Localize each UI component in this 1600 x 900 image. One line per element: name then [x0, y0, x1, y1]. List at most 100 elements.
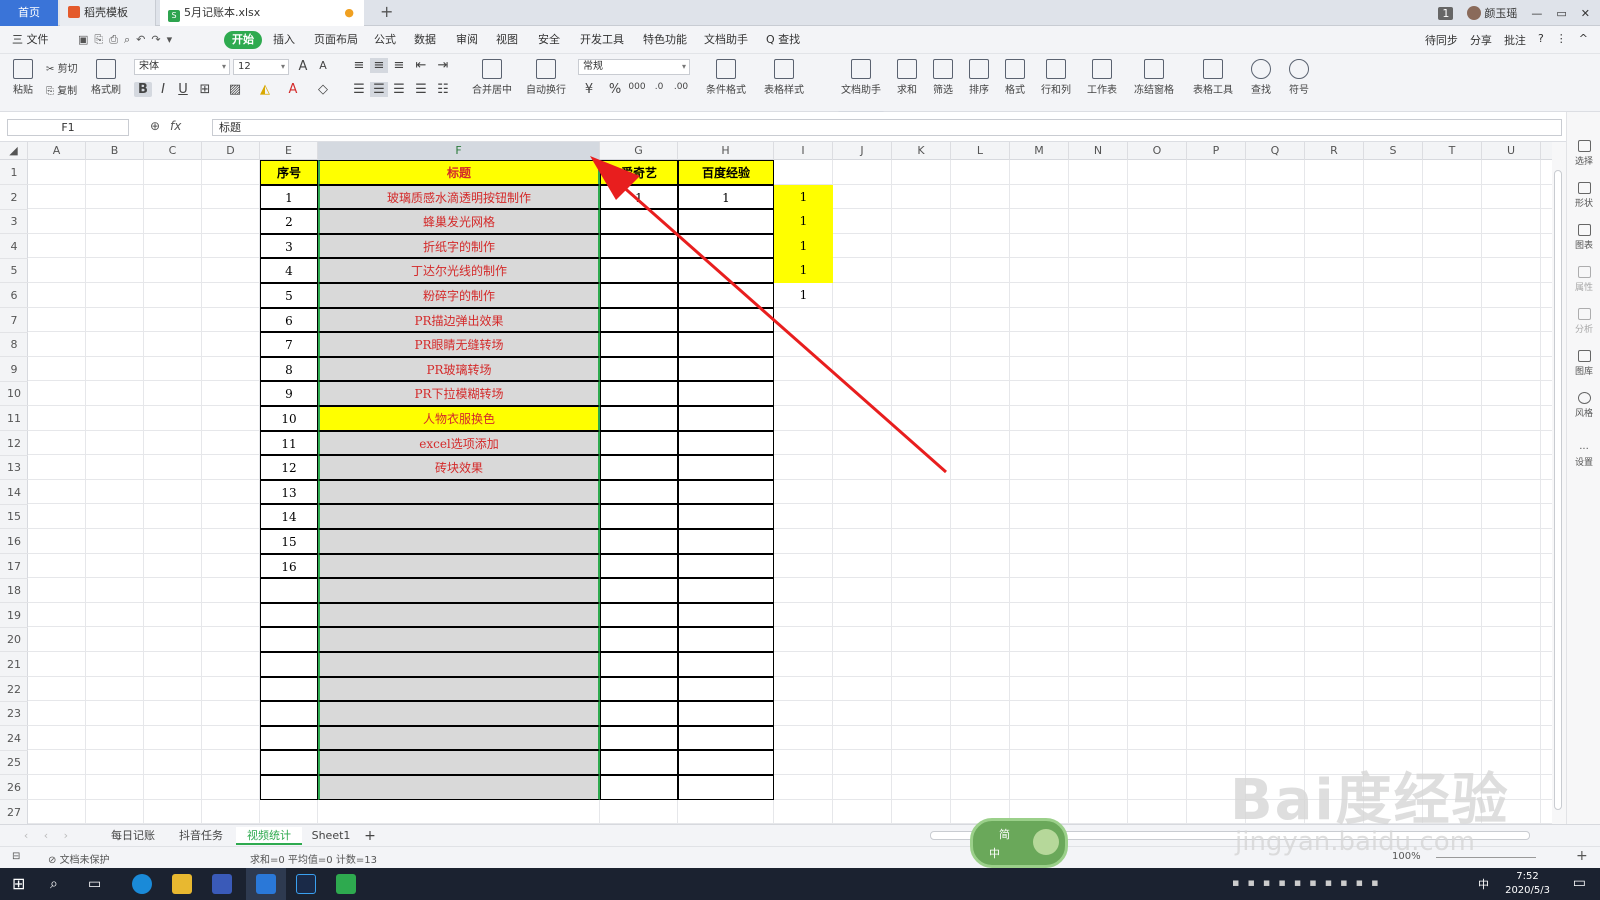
collapse-ribbon-button[interactable]: ^ [1579, 32, 1588, 48]
more-button[interactable]: ⋮ [1556, 32, 1567, 48]
menu-formulas[interactable]: 公式 [374, 31, 396, 49]
justify-icon[interactable]: ☰ [412, 82, 430, 97]
ime-indicator[interactable]: 中 [1478, 876, 1489, 892]
align-middle-icon[interactable]: ≡ [370, 58, 388, 73]
find-button[interactable]: 查找 [1244, 59, 1278, 96]
align-bottom-icon[interactable]: ≡ [390, 58, 408, 73]
font-size-select[interactable]: 12 ▾ [233, 59, 289, 75]
search-icon[interactable]: ⌕ [50, 874, 70, 894]
symbol-button[interactable]: 符号 [1282, 59, 1316, 96]
pane-select[interactable]: 选择 [1567, 140, 1600, 167]
pane-settings[interactable]: ··· 设置 [1567, 444, 1600, 468]
italic-button[interactable]: I [154, 82, 172, 97]
zoom-slider[interactable] [1436, 857, 1536, 858]
pane-style[interactable]: 风格 [1567, 392, 1600, 419]
minimize-button[interactable]: — [1531, 7, 1542, 20]
border-icon[interactable]: ⊞ [196, 82, 214, 97]
indent-decrease-icon[interactable]: ⇤ [412, 58, 430, 73]
notification-icon[interactable]: ▭ [1573, 875, 1586, 891]
sheet-tab-douyin[interactable]: 抖音任务 [168, 827, 234, 845]
freeze-panes-button[interactable]: 冻结窗格 [1128, 59, 1180, 96]
menu-features[interactable]: 特色功能 [643, 31, 687, 49]
decrease-decimal-icon[interactable]: .00 [672, 82, 690, 92]
share-button[interactable]: 分享 [1470, 32, 1492, 48]
sync-button[interactable]: 待同步 [1425, 32, 1458, 48]
sheet-tab-daily[interactable]: 每日记账 [100, 827, 166, 845]
sort-button[interactable]: 排序 [962, 59, 996, 96]
increase-decimal-icon[interactable]: .0 [650, 82, 668, 92]
distributed-icon[interactable]: ☷ [434, 82, 452, 97]
cell-style-icon[interactable]: ▨ [226, 82, 244, 97]
bold-button[interactable]: B [134, 82, 152, 97]
app-icon[interactable] [212, 874, 232, 894]
menu-view[interactable]: 视图 [496, 31, 518, 49]
doc-helper-button[interactable]: 文档助手 [837, 59, 885, 96]
new-tab-button[interactable]: + [380, 2, 393, 21]
worksheet-button[interactable]: 工作表 [1082, 59, 1122, 96]
wrap-text-button[interactable]: 自动换行 [522, 59, 570, 96]
help-button[interactable]: ? [1538, 32, 1544, 48]
folder-icon[interactable] [172, 874, 192, 894]
copy-button[interactable]: ⎘ 复制 [46, 82, 86, 97]
cut-button[interactable]: ✂ 剪切 [46, 60, 86, 75]
align-center-icon[interactable]: ☰ [370, 82, 388, 97]
rows-cols-button[interactable]: 行和列 [1036, 59, 1076, 96]
ime-widget[interactable]: 简 中 [970, 818, 1068, 868]
menu-start[interactable]: 开始 [224, 31, 262, 49]
notification-badge[interactable]: 1 [1438, 6, 1454, 20]
comment-button[interactable]: 批注 [1504, 32, 1526, 48]
user-account[interactable]: 颜玉瑶 [1467, 5, 1517, 21]
pane-analysis[interactable]: 分析 [1567, 308, 1600, 335]
paste-button[interactable]: 粘贴 [8, 59, 38, 96]
wps-icon[interactable] [256, 874, 276, 894]
name-box[interactable]: F1 [7, 119, 129, 136]
thousands-icon[interactable]: 000 [628, 82, 646, 92]
tab-templates[interactable]: 稻壳模板 [60, 0, 156, 26]
font-color-icon[interactable]: A [284, 82, 302, 97]
indent-increase-icon[interactable]: ⇥ [434, 58, 452, 73]
menu-developer[interactable]: 开发工具 [580, 31, 624, 49]
currency-icon[interactable]: ¥ [580, 82, 598, 97]
tab-home[interactable]: 首页 [0, 0, 58, 26]
pane-shape[interactable]: 形状 [1567, 182, 1600, 209]
conditional-format-button[interactable]: 条件格式 [700, 59, 752, 96]
browser-icon[interactable] [132, 874, 152, 894]
pane-gallery[interactable]: 图库 [1567, 350, 1600, 377]
spreadsheet-grid[interactable]: ◢ A B C D E F G H I J K L M N O P Q R S T U 1 2 3 4 5 6 7 8 9 10 11 12 13… [0, 142, 1552, 824]
task-view-icon[interactable]: ▭ [88, 874, 108, 894]
fill-color-icon[interactable]: ◭ [256, 82, 274, 97]
add-sheet-button[interactable]: + [362, 827, 378, 845]
grow-font-icon[interactable]: A [294, 59, 312, 74]
align-right-icon[interactable]: ☰ [390, 82, 408, 97]
vertical-scroll-thumb[interactable] [1554, 170, 1562, 810]
menu-page-layout[interactable]: 页面布局 [314, 31, 358, 49]
maximize-button[interactable]: ▭ [1556, 7, 1566, 20]
pane-properties[interactable]: 属性 [1567, 266, 1600, 293]
percent-button[interactable]: % [606, 82, 624, 97]
taskbar-clock[interactable]: 7:52 2020/5/3 [1505, 870, 1550, 898]
windows-start-icon[interactable]: ⊞ [12, 874, 32, 894]
table-style-button[interactable]: 表格样式 [758, 59, 810, 96]
fx-icon[interactable]: fx [170, 119, 181, 133]
tab-workbook[interactable]: S 5月记账本.xlsx ● [160, 0, 364, 26]
merge-center-button[interactable]: 合并居中 [468, 59, 516, 96]
pane-chart[interactable]: 图表 [1567, 224, 1600, 251]
close-button[interactable]: ✕ [1581, 7, 1590, 20]
sheet-tab-sheet1[interactable]: Sheet1 [304, 827, 358, 845]
zoom-in-icon[interactable]: + [1576, 848, 1588, 864]
clear-format-icon[interactable]: ◇ [314, 82, 332, 97]
sum-button[interactable]: 求和 [890, 59, 924, 96]
number-format-select[interactable]: 常规 ▾ [578, 59, 690, 75]
menu-doc-helper[interactable]: 文档助手 [704, 31, 748, 49]
table-tools-button[interactable]: 表格工具 [1188, 59, 1238, 96]
menu-insert[interactable]: 插入 [273, 31, 295, 49]
quick-access-toolbar[interactable]: ▣⎘⎙⌕↶↷▾ [78, 31, 178, 49]
shrink-font-icon[interactable]: A [314, 59, 332, 72]
font-name-select[interactable]: 宋体 ▾ [134, 59, 230, 75]
format-button[interactable]: 格式 [998, 59, 1032, 96]
sheet-tab-video-stats[interactable]: 视频统计 [236, 827, 302, 845]
menu-data[interactable]: 数据 [414, 31, 436, 49]
photoshop-icon[interactable] [296, 874, 316, 894]
formula-input[interactable]: 标题 [212, 119, 1562, 136]
align-left-icon[interactable]: ☰ [350, 82, 368, 97]
